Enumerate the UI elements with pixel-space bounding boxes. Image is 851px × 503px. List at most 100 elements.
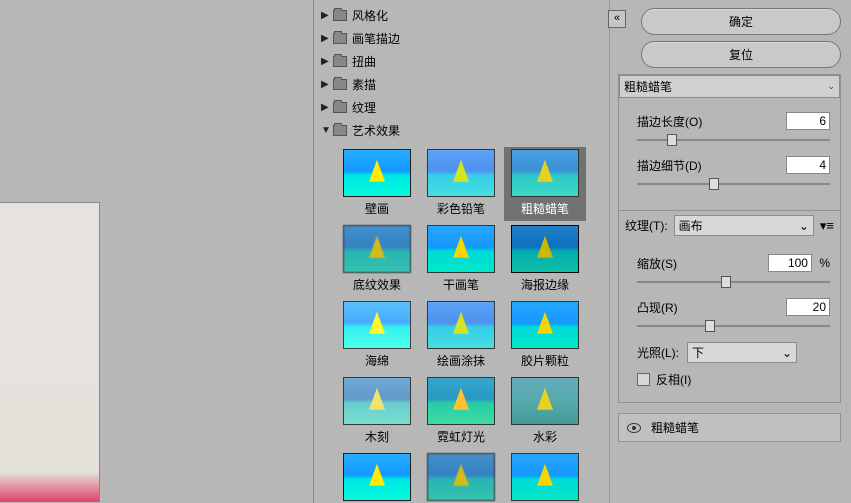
thumb-label: 海绵	[365, 352, 389, 369]
filter-thumb[interactable]: 木刻	[336, 375, 418, 449]
triangle-right-icon	[321, 56, 331, 67]
relief-slider[interactable]	[637, 318, 830, 334]
thumb-image	[343, 301, 411, 349]
thumb-label: 底纹效果	[353, 276, 401, 293]
filter-thumb[interactable]: 粗糙蜡笔	[504, 147, 586, 221]
thumb-label: 干画笔	[443, 276, 479, 293]
filter-thumb[interactable]: 霓虹灯光	[420, 375, 502, 449]
texture-select[interactable]: 画布 ⌄	[674, 215, 814, 236]
menu-icon[interactable]: ▾≡	[820, 218, 834, 234]
thumb-label: 海报边缘	[521, 276, 569, 293]
triangle-right-icon	[321, 10, 331, 21]
folder-icon	[333, 33, 347, 44]
stroke-detail-slider[interactable]	[637, 176, 830, 192]
category-row[interactable]: 风格化	[315, 4, 609, 27]
thumb-label: 水彩	[533, 428, 557, 445]
category-label: 纹理	[352, 99, 376, 116]
folder-icon	[333, 125, 347, 136]
filter-thumb[interactable]: 涂抹棒	[504, 451, 586, 503]
filter-thumb[interactable]: 干画笔	[420, 223, 502, 297]
invert-checkbox[interactable]	[637, 373, 650, 386]
thumb-label: 壁画	[365, 200, 389, 217]
folder-icon	[333, 56, 347, 67]
invert-label: 反相(I)	[656, 371, 691, 388]
thumbnail-grid: 壁画 彩色铅笔 粗糙蜡笔底纹效果 干画笔 海报边缘海绵 绘画涂抹 胶片颗粒木刻 霓虹灯光 水彩塑…	[315, 142, 609, 503]
layer-name: 粗糙蜡笔	[651, 419, 699, 436]
folder-icon	[333, 102, 347, 113]
folder-icon	[333, 10, 347, 21]
thumb-label: 木刻	[365, 428, 389, 445]
category-row[interactable]: 纹理	[315, 96, 609, 119]
category-row[interactable]: 素描	[315, 73, 609, 96]
thumb-image	[343, 377, 411, 425]
collapse-icon[interactable]: «	[608, 10, 626, 28]
triangle-right-icon	[321, 102, 331, 113]
thumb-image	[427, 225, 495, 273]
stroke-length-slider[interactable]	[637, 132, 830, 148]
thumb-image	[511, 377, 579, 425]
texture-label: 纹理(T):	[625, 217, 668, 234]
folder-icon	[333, 79, 347, 90]
filter-categories-panel: 风格化画笔描边扭曲素描纹理艺术效果 壁画 彩色铅笔 粗糙蜡笔底纹效果 干画笔 海报边缘海…	[315, 0, 610, 503]
category-row[interactable]: 画笔描边	[315, 27, 609, 50]
scale-input[interactable]	[768, 254, 812, 272]
layer-row[interactable]: 粗糙蜡笔	[619, 414, 840, 441]
filter-thumb[interactable]: 塑料包装	[336, 451, 418, 503]
filter-thumb[interactable]: 海绵	[336, 299, 418, 373]
thumb-image	[343, 149, 411, 197]
stroke-length-label: 描边长度(O)	[637, 113, 702, 130]
thumb-image	[427, 149, 495, 197]
stroke-detail-input[interactable]	[786, 156, 830, 174]
chevron-down-icon: ⌄	[782, 346, 792, 360]
category-row[interactable]: 扭曲	[315, 50, 609, 73]
filter-params-section: 粗糙蜡笔 ⌄ 描边长度(O) 描边细节(D) 纹理(T): 画布 ⌄ ▾≡	[618, 74, 841, 403]
thumb-image	[511, 453, 579, 501]
category-label: 风格化	[352, 7, 388, 24]
thumb-label: 粗糙蜡笔	[521, 200, 569, 217]
category-label: 艺术效果	[352, 122, 400, 139]
thumb-image	[511, 301, 579, 349]
scale-slider[interactable]	[637, 274, 830, 290]
ok-button[interactable]: 确定	[641, 8, 841, 35]
scale-label: 缩放(S)	[637, 255, 677, 272]
thumb-label: 彩色铅笔	[437, 200, 485, 217]
filter-thumb[interactable]: 海报边缘	[504, 223, 586, 297]
filter-thumb[interactable]: 壁画	[336, 147, 418, 221]
thumb-image	[427, 377, 495, 425]
filter-thumb[interactable]: 胶片颗粒	[504, 299, 586, 373]
relief-label: 凸现(R)	[637, 299, 678, 316]
triangle-down-icon	[321, 125, 331, 136]
thumb-image	[427, 301, 495, 349]
category-label: 扭曲	[352, 53, 376, 70]
thumb-label: 绘画涂抹	[437, 352, 485, 369]
filter-thumb[interactable]: 水彩	[504, 375, 586, 449]
category-row[interactable]: 艺术效果	[315, 119, 609, 142]
filter-thumb[interactable]: 绘画涂抹	[420, 299, 502, 373]
relief-input[interactable]	[786, 298, 830, 316]
stroke-detail-label: 描边细节(D)	[637, 157, 702, 174]
filter-select[interactable]: 粗糙蜡笔 ⌄	[619, 75, 840, 98]
chevron-down-icon: ⌄	[799, 219, 809, 233]
filter-thumb[interactable]: 彩色铅笔	[420, 147, 502, 221]
thumb-image	[343, 225, 411, 273]
visibility-icon[interactable]	[627, 423, 641, 433]
preview-image	[0, 202, 100, 502]
thumb-image	[511, 149, 579, 197]
thumb-image	[343, 453, 411, 501]
scale-unit: %	[819, 256, 830, 270]
thumb-image	[511, 225, 579, 273]
filter-thumb[interactable]: 调色刀	[420, 451, 502, 503]
category-label: 素描	[352, 76, 376, 93]
chevron-down-icon: ⌄	[827, 81, 835, 92]
reset-button[interactable]: 复位	[641, 41, 841, 68]
light-label: 光照(L):	[637, 344, 679, 361]
triangle-right-icon	[321, 79, 331, 90]
layers-section: 粗糙蜡笔	[618, 413, 841, 442]
stroke-length-input[interactable]	[786, 112, 830, 130]
category-label: 画笔描边	[352, 30, 400, 47]
filter-thumb[interactable]: 底纹效果	[336, 223, 418, 297]
thumb-label: 胶片颗粒	[521, 352, 569, 369]
preview-pane	[0, 0, 315, 503]
thumb-label: 霓虹灯光	[437, 428, 485, 445]
light-select[interactable]: 下 ⌄	[687, 342, 797, 363]
